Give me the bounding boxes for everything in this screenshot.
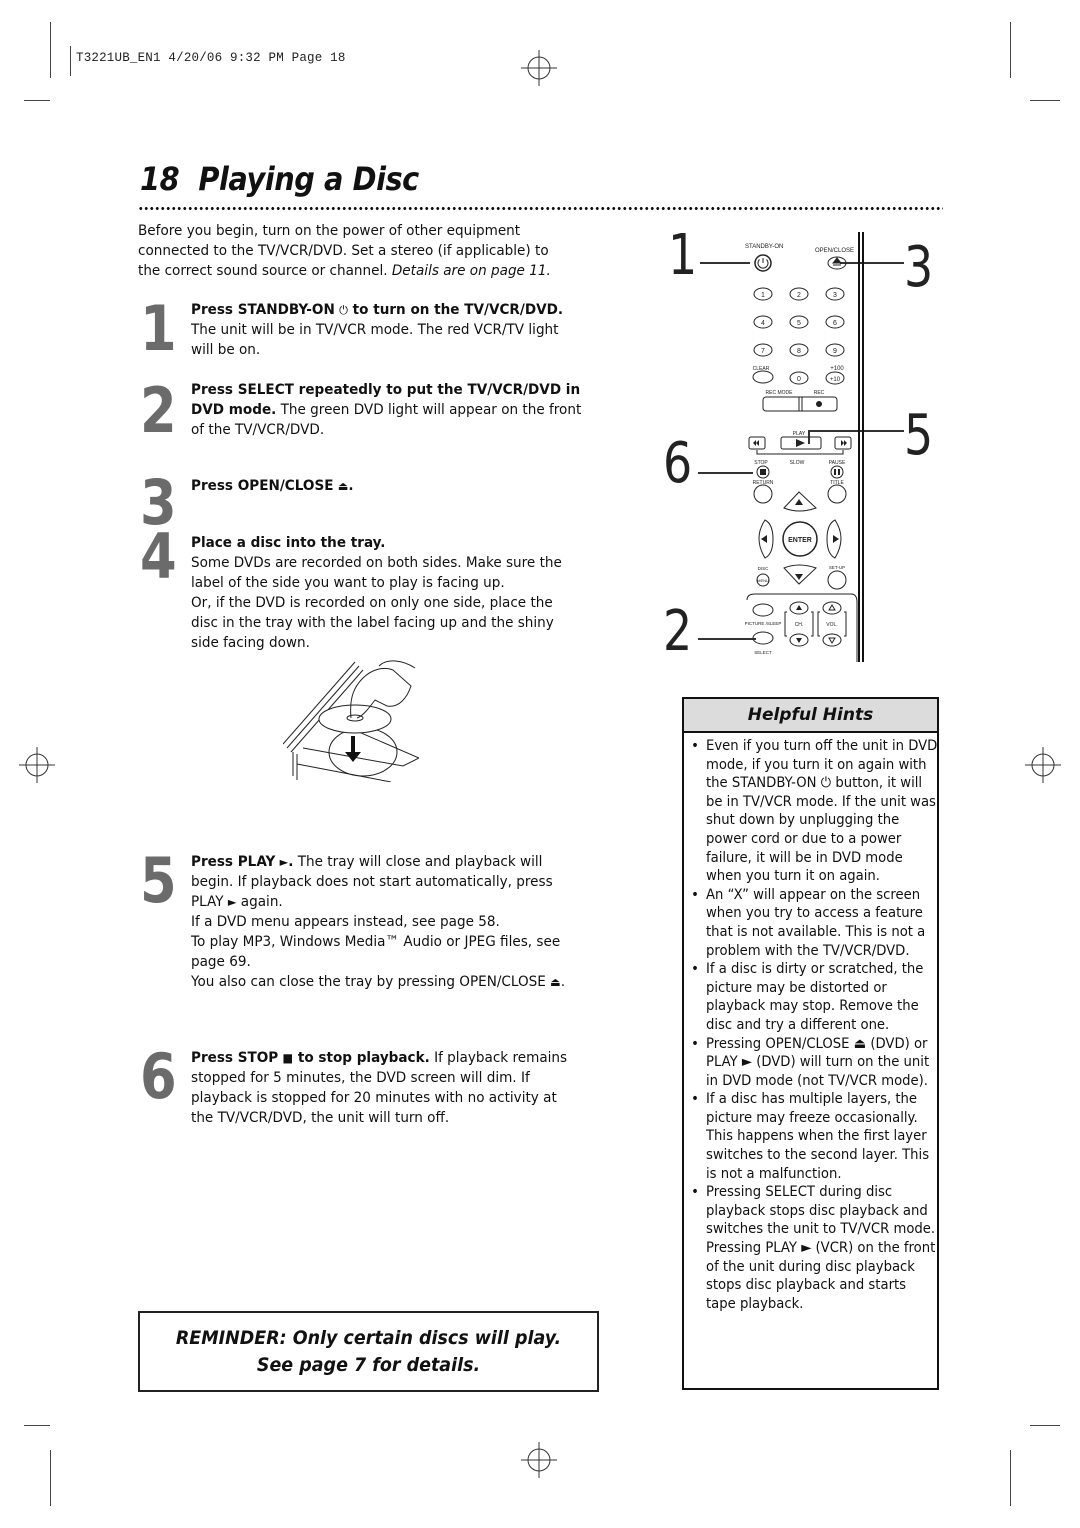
svg-text:CLEAR: CLEAR — [753, 366, 770, 372]
svg-text:+10: +10 — [830, 377, 841, 383]
svg-text:DISC: DISC — [758, 566, 770, 571]
registration-mark-icon — [1025, 747, 1061, 783]
intro-page-ref: Details are on page 11. — [391, 262, 551, 279]
step-4: Place a disc into the tray. Some DVDs ar… — [191, 534, 562, 651]
svg-text:PICTURE /SLEEP: PICTURE /SLEEP — [745, 621, 782, 626]
rec-mode-rec-button — [762, 396, 838, 412]
svg-text:REC: REC — [814, 390, 825, 396]
registration-mark-icon — [19, 747, 55, 783]
svg-text:4: 4 — [761, 320, 765, 327]
crop-mark — [50, 22, 51, 78]
reminder-line-2: See page 7 for details. — [256, 1354, 481, 1376]
page-title: 18 Playing a Disc — [140, 160, 419, 198]
reminder-line-1: REMINDER: Only certain discs will play. — [175, 1327, 562, 1349]
svg-text:CH.: CH. — [795, 622, 804, 628]
crop-mark — [50, 1450, 51, 1506]
svg-text:MENU: MENU — [757, 578, 769, 583]
crop-mark — [70, 46, 71, 76]
hint-item: Pressing OPEN/CLOSE ⏏ (DVD) or PLAY ► (D… — [691, 1035, 939, 1091]
intro-paragraph: Before you begin, turn on the power of o… — [138, 222, 551, 279]
svg-text:SELECT: SELECT — [754, 650, 772, 655]
helpful-hints-title: Helpful Hints — [684, 699, 937, 733]
callout-number: 2 — [663, 599, 693, 664]
dotted-divider — [138, 206, 943, 211]
svg-text:SLOW: SLOW — [790, 460, 805, 466]
crop-mark — [1030, 1425, 1060, 1426]
crop-mark — [1030, 100, 1060, 101]
crop-mark — [24, 1425, 50, 1426]
hint-item: An “X” will appear on the screen when yo… — [691, 886, 939, 960]
svg-text:ENTER: ENTER — [788, 537, 812, 544]
step-number: 1 — [140, 292, 177, 365]
hint-item: Pressing SELECT during disc playback sto… — [691, 1183, 939, 1313]
step-3: Press OPEN/CLOSE ⏏. — [191, 477, 354, 494]
select-button — [752, 631, 774, 645]
disc-tray-illustration — [283, 660, 419, 782]
svg-text:TITLE: TITLE — [830, 480, 844, 486]
callout-number: 1 — [668, 223, 698, 288]
crop-mark — [1010, 22, 1011, 78]
callout-number: 3 — [904, 235, 934, 300]
hint-item: If a disc has multiple layers, the pictu… — [691, 1090, 939, 1183]
svg-text:+100: +100 — [830, 366, 844, 372]
svg-text:5: 5 — [797, 320, 801, 327]
callout-number: 6 — [663, 431, 693, 496]
step-6: Press STOP ■ to stop playback. If playba… — [191, 1049, 568, 1126]
svg-text:STOP: STOP — [754, 460, 768, 466]
power-icon: ⏻ — [339, 303, 348, 317]
remote-label-standby: STANDBY-ON — [745, 244, 783, 250]
svg-text:0: 0 — [797, 376, 801, 383]
hint-item: Even if you turn off the unit in DVD mod… — [691, 737, 939, 886]
remote-control-illustration: STANDBY-ON OPEN/CLOSE 1 2 3 4 5 6 7 8 9 0 … — [745, 232, 864, 662]
stop-icon: ■ — [282, 1051, 294, 1065]
svg-text:REC MODE: REC MODE — [766, 390, 794, 396]
svg-text:RETURN: RETURN — [753, 480, 774, 486]
step-2: Press SELECT repeatedly to put the TV/VC… — [191, 381, 582, 438]
hint-item: If a disc is dirty or scratched, the pic… — [691, 960, 939, 1034]
step-5: Press PLAY ►. The tray will close and pl… — [191, 853, 566, 990]
svg-text:VOL.: VOL. — [826, 622, 837, 628]
eject-icon: ⏏ — [550, 975, 561, 989]
svg-text:PAUSE: PAUSE — [829, 460, 846, 466]
play-icon: ► — [279, 855, 289, 869]
remote-label-open-close: OPEN/CLOSE — [815, 248, 854, 254]
registration-mark-icon — [521, 50, 557, 86]
svg-text:2: 2 — [797, 292, 801, 299]
step-number: 5 — [140, 844, 177, 917]
step-number: 2 — [140, 374, 177, 447]
svg-text:6: 6 — [833, 320, 837, 327]
reminder-box: REMINDER: Only certain discs will play. … — [138, 1311, 599, 1392]
svg-text:PLAY: PLAY — [793, 431, 806, 437]
play-icon: ► — [227, 895, 237, 909]
svg-text:1: 1 — [761, 292, 765, 299]
crop-mark — [24, 100, 50, 101]
page-title-text: Playing a Disc — [198, 160, 419, 198]
svg-text:3: 3 — [833, 292, 837, 299]
svg-text:9: 9 — [833, 348, 837, 355]
svg-text:8: 8 — [797, 348, 801, 355]
eject-icon: ⏏ — [337, 479, 349, 493]
svg-text:7: 7 — [761, 348, 765, 355]
crop-mark — [1010, 1450, 1011, 1506]
hints-list: Even if you turn off the unit in DVD mod… — [684, 737, 937, 1313]
step-1: Press STANDBY-ON ⏻ to turn on the TV/VCR… — [191, 301, 564, 358]
print-slug: T3221UB_EN1 4/20/06 9:32 PM Page 18 — [76, 51, 346, 65]
helpful-hints-box: Helpful Hints Even if you turn off the u… — [682, 697, 939, 1390]
registration-mark-icon — [521, 1442, 557, 1478]
svg-text:SET-UP: SET-UP — [829, 565, 845, 570]
page-number: 18 — [140, 160, 180, 198]
callout-number: 5 — [904, 403, 934, 468]
step-number: 4 — [140, 520, 177, 593]
step-number: 6 — [140, 1040, 177, 1113]
